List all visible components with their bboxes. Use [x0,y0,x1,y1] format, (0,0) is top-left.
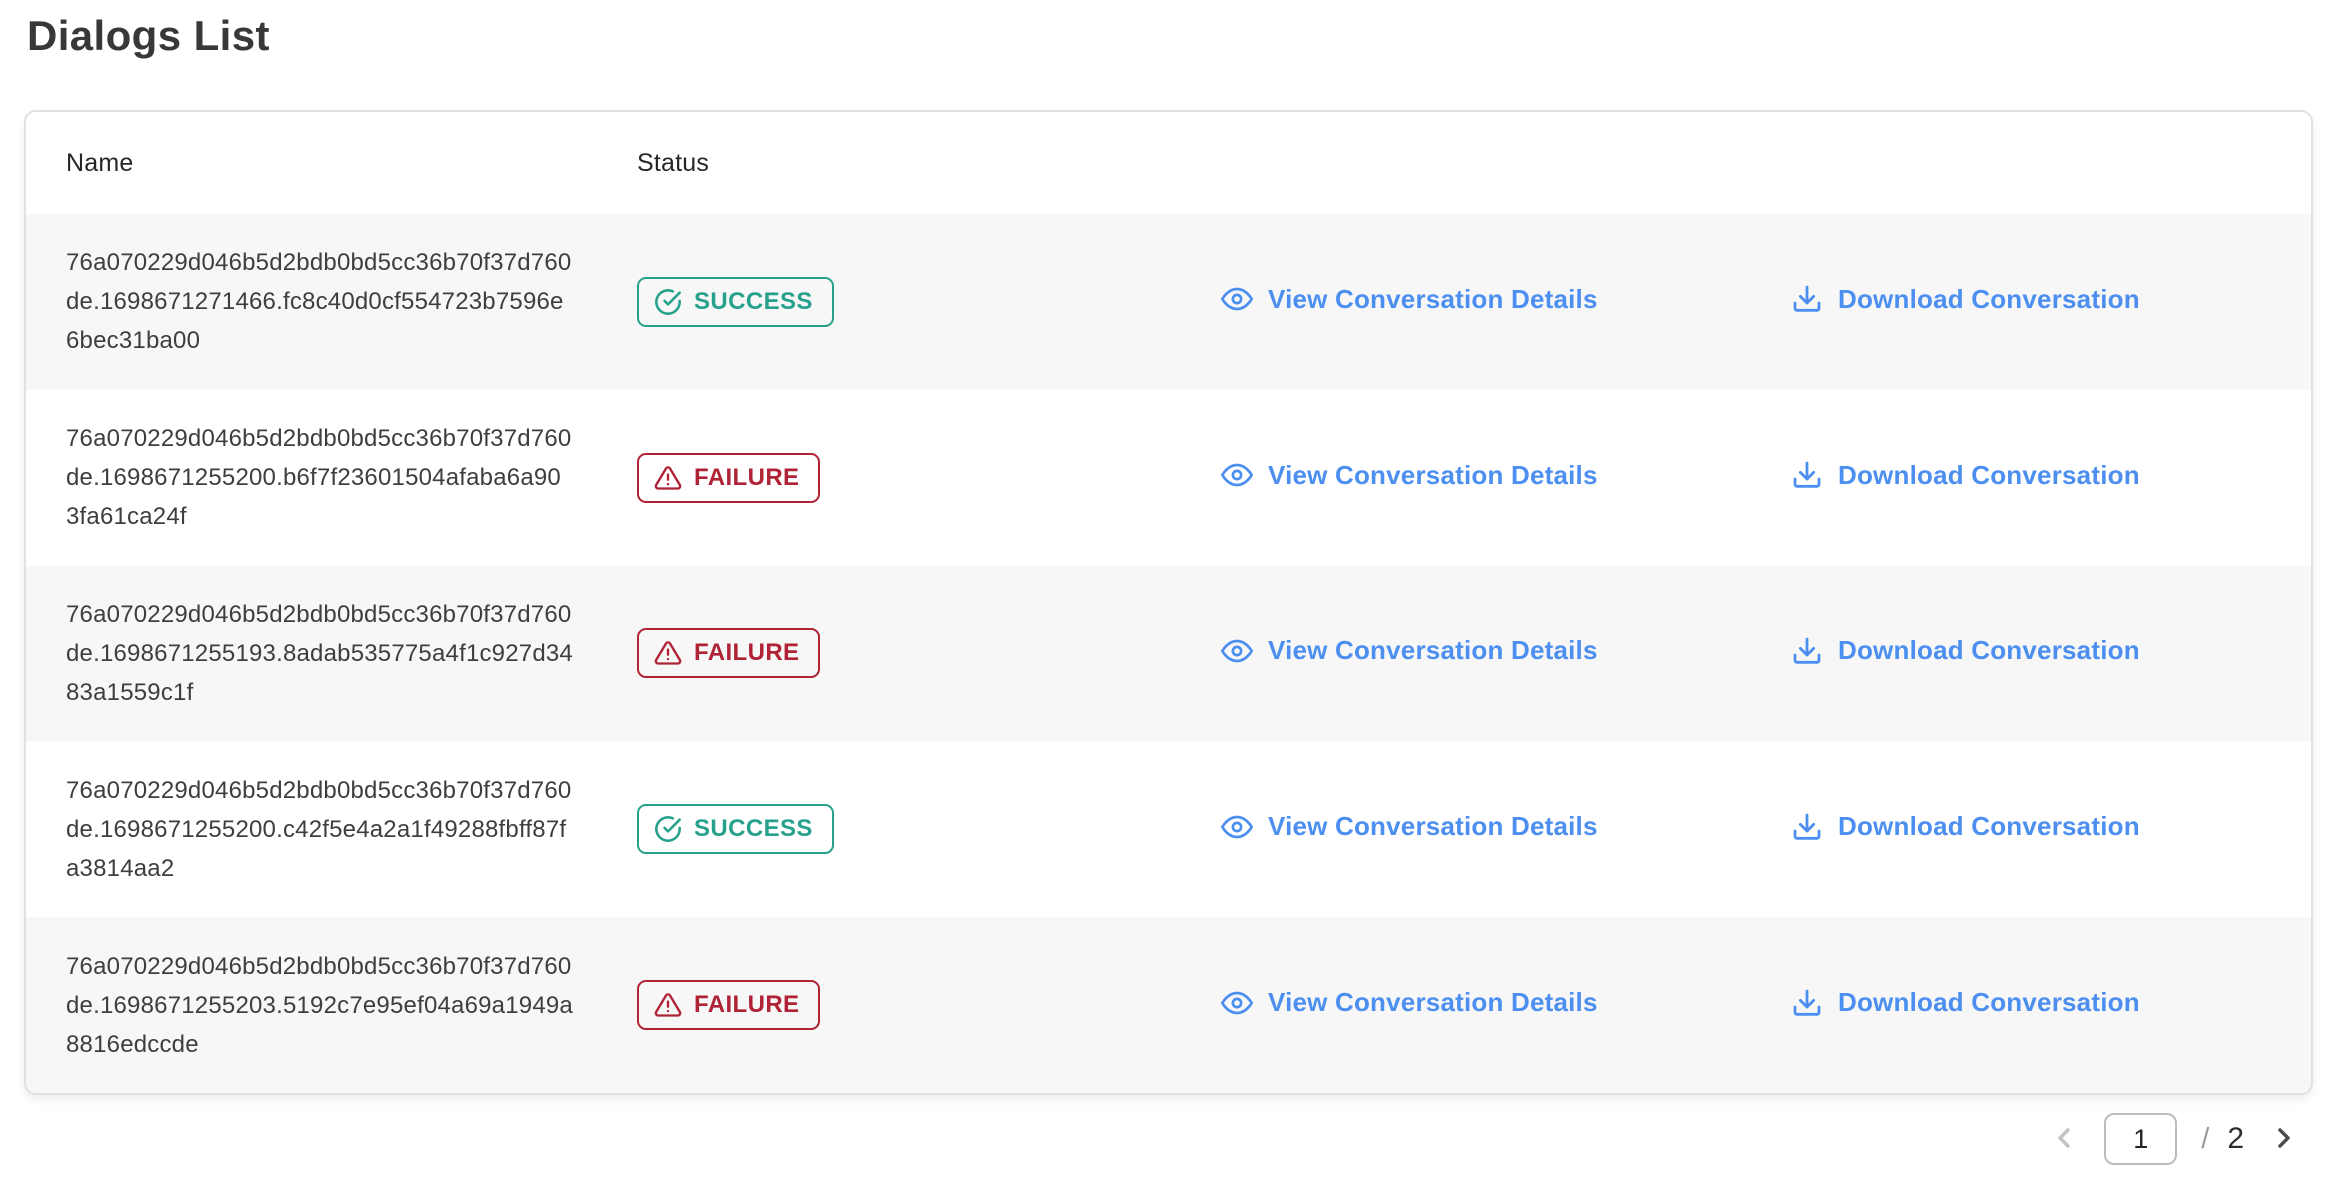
page-title: Dialogs List [27,12,270,60]
table-header-row: Name Status [26,112,2311,214]
page-number-input[interactable] [2104,1113,2177,1165]
view-conversation-label: View Conversation Details [1268,284,1598,315]
status-label: SUCCESS [694,288,813,316]
table-row: 76a070229d046b5d2bdb0bd5cc36b70f37d760de… [26,566,2311,742]
warning-triangle-icon [654,464,682,492]
download-conversation-link[interactable]: Download Conversation [1791,811,2140,843]
status-label: SUCCESS [694,815,813,843]
download-conversation-link[interactable]: Download Conversation [1791,283,2140,315]
view-conversation-link[interactable]: View Conversation Details [1221,635,1598,667]
download-conversation-label: Download Conversation [1838,987,2140,1018]
dialog-name: 76a070229d046b5d2bdb0bd5cc36b70f37d760de… [66,947,574,1064]
column-header-name: Name [26,149,611,178]
view-conversation-label: View Conversation Details [1268,987,1598,1018]
view-conversation-label: View Conversation Details [1268,811,1598,842]
table-row: 76a070229d046b5d2bdb0bd5cc36b70f37d760de… [26,741,2311,917]
dialog-name: 76a070229d046b5d2bdb0bd5cc36b70f37d760de… [66,419,574,536]
check-circle-icon [654,288,682,316]
eye-icon [1221,987,1253,1019]
column-header-status: Status [611,149,1201,178]
download-conversation-link[interactable]: Download Conversation [1791,987,2140,1019]
eye-icon [1221,283,1253,315]
pagination: / 2 [2048,1108,2300,1170]
download-icon [1791,459,1823,491]
eye-icon [1221,811,1253,843]
view-conversation-link[interactable]: View Conversation Details [1221,811,1598,843]
table-row: 76a070229d046b5d2bdb0bd5cc36b70f37d760de… [26,390,2311,566]
eye-icon [1221,635,1253,667]
chevron-left-icon [2048,1122,2080,1157]
status-badge: FAILURE [637,980,820,1030]
dialog-name: 76a070229d046b5d2bdb0bd5cc36b70f37d760de… [66,243,574,360]
warning-triangle-icon [654,991,682,1019]
status-label: FAILURE [694,991,799,1019]
download-icon [1791,987,1823,1019]
download-conversation-label: Download Conversation [1838,284,2140,315]
view-conversation-link[interactable]: View Conversation Details [1221,283,1598,315]
table-row: 76a070229d046b5d2bdb0bd5cc36b70f37d760de… [26,917,2311,1093]
check-circle-icon [654,815,682,843]
download-conversation-label: Download Conversation [1838,460,2140,491]
status-badge: SUCCESS [637,804,834,854]
view-conversation-link[interactable]: View Conversation Details [1221,987,1598,1019]
view-conversation-label: View Conversation Details [1268,635,1598,666]
download-conversation-label: Download Conversation [1838,811,2140,842]
chevron-right-icon [2268,1122,2300,1157]
download-icon [1791,635,1823,667]
status-badge: FAILURE [637,453,820,503]
table-row: 76a070229d046b5d2bdb0bd5cc36b70f37d760de… [26,214,2311,390]
dialogs-table: Name Status 76a070229d046b5d2bdb0bd5cc36… [24,110,2313,1095]
view-conversation-link[interactable]: View Conversation Details [1221,459,1598,491]
download-conversation-link[interactable]: Download Conversation [1791,635,2140,667]
next-page-button[interactable] [2268,1122,2300,1157]
page-separator: / [2201,1123,2209,1156]
dialog-name: 76a070229d046b5d2bdb0bd5cc36b70f37d760de… [66,595,574,712]
download-icon [1791,283,1823,315]
download-icon [1791,811,1823,843]
view-conversation-label: View Conversation Details [1268,460,1598,491]
eye-icon [1221,459,1253,491]
warning-triangle-icon [654,639,682,667]
download-conversation-link[interactable]: Download Conversation [1791,459,2140,491]
status-badge: SUCCESS [637,277,834,327]
previous-page-button[interactable] [2048,1122,2080,1157]
status-label: FAILURE [694,464,799,492]
dialog-name: 76a070229d046b5d2bdb0bd5cc36b70f37d760de… [66,771,574,888]
download-conversation-label: Download Conversation [1838,635,2140,666]
status-label: FAILURE [694,639,799,667]
status-badge: FAILURE [637,628,820,678]
page-total: 2 [2227,1122,2244,1156]
